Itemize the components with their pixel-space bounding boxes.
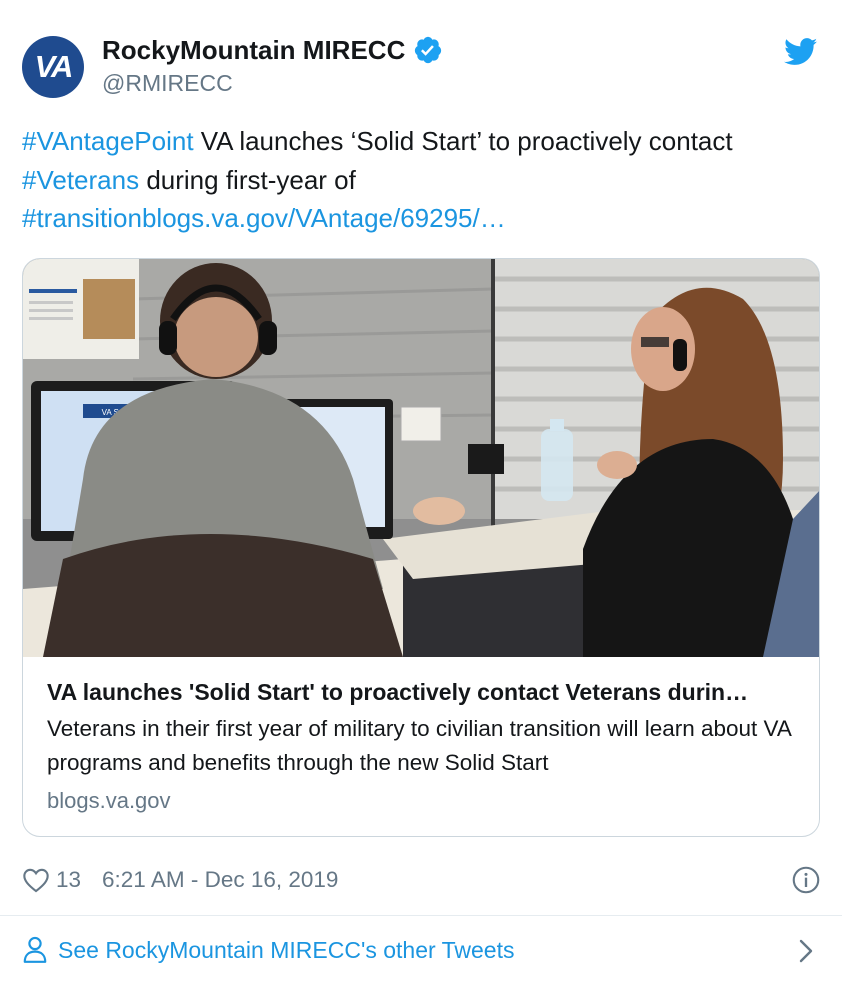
other-tweets-label[interactable]: See RockyMountain MIRECC's other Tweets [58, 937, 515, 964]
card-body: VA launches 'Solid Start' to proactively… [47, 675, 797, 818]
heart-icon[interactable] [22, 867, 50, 893]
tweet-meta: 13 6:21 AM - Dec 16, 2019 [22, 862, 820, 898]
tweet-text-span: during first-year of [139, 164, 356, 195]
tweet-header: VA RockyMountain MIRECC @RMIRECC [22, 34, 820, 98]
embedded-tweet: VA RockyMountain MIRECC @RMIRECC #VAntag… [0, 0, 842, 1000]
chevron-right-icon[interactable] [798, 938, 814, 964]
tweet-text: #VAntagePoint VA launches ‘Solid Start’ … [22, 122, 812, 238]
author-display-name[interactable]: RockyMountain MIRECC [102, 34, 405, 66]
hashtag-link[interactable]: #transitionblogs.va.gov/VAntage/69295/… [22, 203, 506, 233]
card-domain: blogs.va.gov [47, 788, 171, 813]
avatar[interactable]: VA [22, 36, 84, 98]
card-image[interactable]: VA Solid Start [23, 259, 820, 657]
tweet-text-span: VA launches ‘Solid Start’ to proactively… [193, 126, 733, 156]
twitter-bird-icon[interactable] [784, 38, 818, 66]
author-handle[interactable]: @RMIRECC [102, 68, 443, 98]
hashtag-link[interactable]: #Veterans [22, 165, 139, 195]
card-description: Veterans in their first year of military… [47, 716, 791, 775]
info-icon[interactable] [792, 866, 820, 894]
person-icon [23, 936, 47, 963]
author-block[interactable]: RockyMountain MIRECC @RMIRECC [102, 34, 443, 98]
hashtag-link[interactable]: #VAntagePoint [22, 126, 194, 156]
verified-badge-icon [415, 36, 442, 64]
footer-divider [0, 915, 842, 916]
card-title[interactable]: VA launches 'Solid Start' to proactively… [47, 675, 797, 709]
other-tweets-link[interactable]: See RockyMountain MIRECC's other Tweets [22, 930, 820, 970]
author-name-row: RockyMountain MIRECC [102, 34, 443, 66]
tweet-timestamp[interactable]: 6:21 AM - Dec 16, 2019 [102, 867, 338, 893]
link-preview-card[interactable]: VA Solid Start [22, 258, 820, 837]
like-count[interactable]: 13 [56, 867, 81, 893]
avatar-text: VA [34, 49, 74, 84]
